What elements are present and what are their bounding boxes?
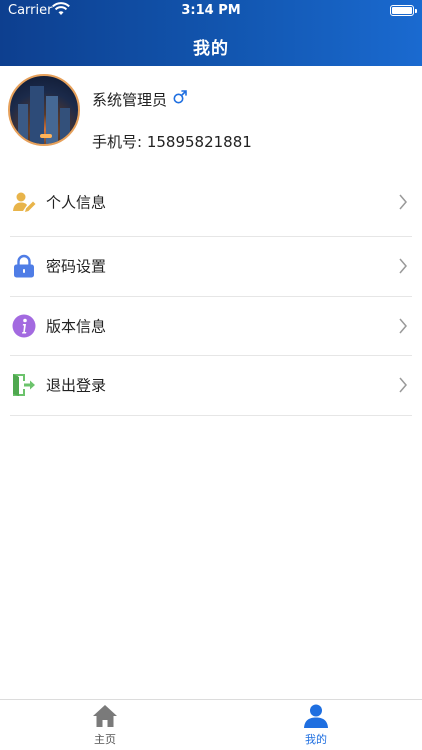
menu-item-password[interactable]: 密码设置 bbox=[10, 237, 412, 297]
home-icon bbox=[93, 705, 117, 727]
avatar-lights bbox=[40, 134, 52, 138]
menu-label: 密码设置 bbox=[46, 257, 107, 276]
settings-menu: 个人信息 密码设置 版本信息 退出登录 bbox=[0, 168, 422, 416]
tab-mine[interactable]: 我的 bbox=[286, 704, 346, 747]
menu-item-version-info[interactable]: 版本信息 bbox=[10, 297, 412, 356]
chevron-right-icon bbox=[399, 194, 407, 210]
person-icon bbox=[304, 704, 328, 728]
tab-home[interactable]: 主页 bbox=[75, 704, 135, 747]
menu-label: 退出登录 bbox=[46, 376, 107, 395]
tab-bar: 主页 我的 bbox=[0, 699, 422, 750]
menu-item-personal-info[interactable]: 个人信息 bbox=[10, 168, 412, 237]
chevron-right-icon bbox=[399, 258, 407, 274]
tab-label: 主页 bbox=[94, 733, 116, 746]
avatar-building bbox=[18, 104, 28, 144]
avatar[interactable] bbox=[8, 74, 80, 146]
status-time: 3:14 PM bbox=[181, 3, 241, 18]
chevron-right-icon bbox=[399, 318, 407, 334]
info-icon bbox=[12, 314, 36, 338]
page-title: 我的 bbox=[193, 39, 229, 59]
menu-label: 版本信息 bbox=[46, 317, 107, 336]
chevron-right-icon bbox=[399, 377, 407, 393]
user-name: 系统管理员 bbox=[92, 91, 168, 109]
lock-icon bbox=[14, 255, 34, 278]
tab-label: 我的 bbox=[305, 733, 327, 746]
status-bar: Carrier 3:14 PM bbox=[0, 0, 422, 22]
avatar-building bbox=[60, 108, 70, 144]
profile-section: 系统管理员 手机号: 15895821881 bbox=[0, 66, 422, 162]
header-bar: Carrier 3:14 PM 我的 bbox=[0, 0, 422, 66]
user-edit-icon bbox=[13, 192, 36, 212]
logout-icon bbox=[13, 374, 35, 397]
menu-label: 个人信息 bbox=[46, 193, 107, 212]
male-gender-icon bbox=[173, 90, 187, 104]
menu-item-logout[interactable]: 退出登录 bbox=[10, 356, 412, 416]
battery-icon bbox=[390, 5, 417, 16]
phone-number: 手机号: 15895821881 bbox=[92, 133, 252, 151]
